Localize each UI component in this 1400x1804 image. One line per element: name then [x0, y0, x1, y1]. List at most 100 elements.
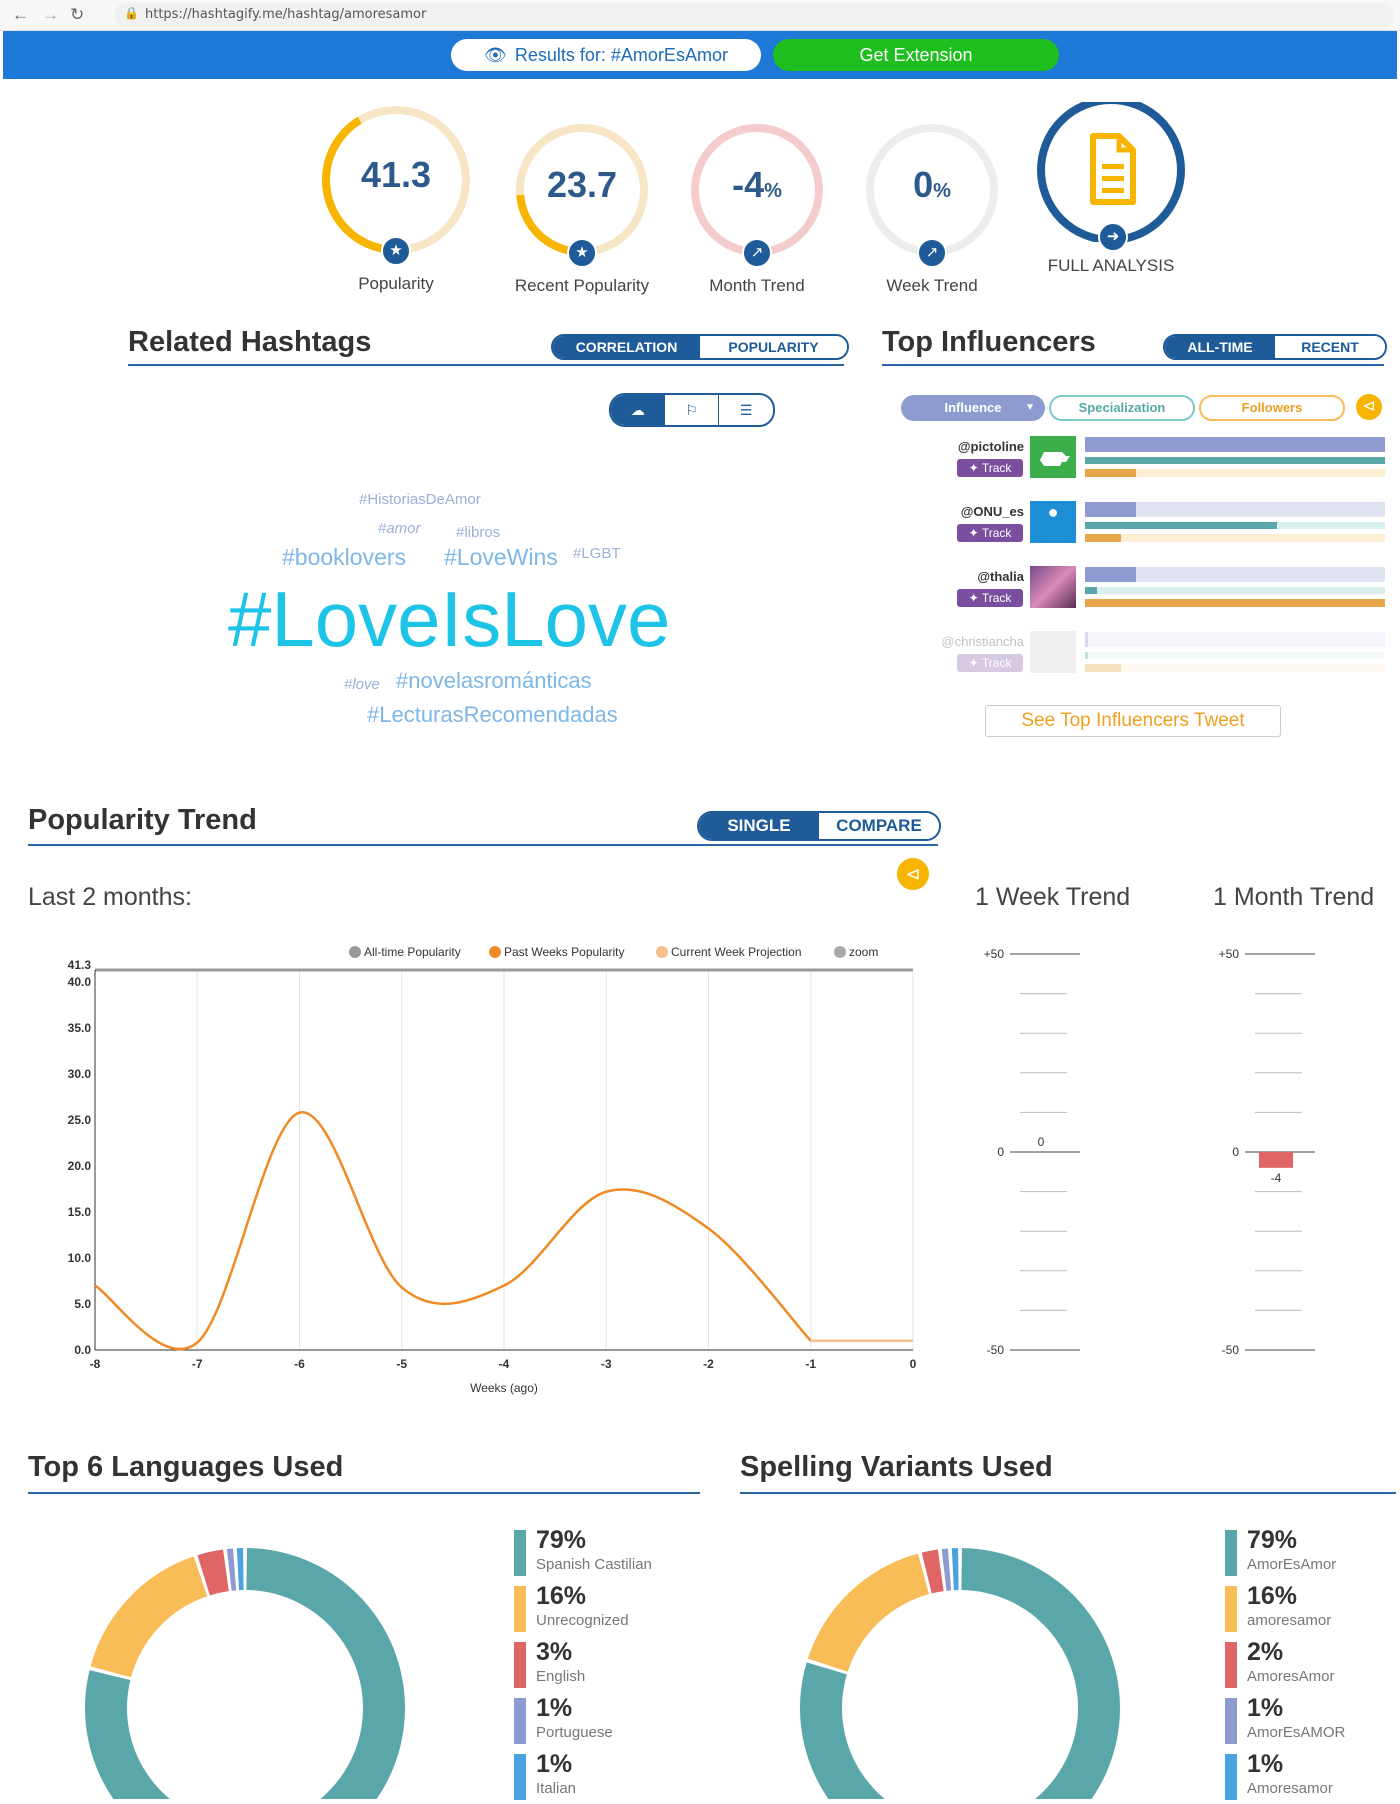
trend-subtitle: Last 2 months: — [28, 883, 192, 912]
legend-name: Unrecognized — [536, 1612, 629, 1629]
track-button[interactable]: ✦ Track — [957, 459, 1023, 477]
donut-slice[interactable] — [227, 1548, 236, 1590]
hashtag-lovewins[interactable]: #LoveWins — [444, 544, 558, 571]
hashtag-booklovers[interactable]: #booklovers — [282, 544, 406, 571]
recent-tab[interactable]: RECENT — [1275, 336, 1385, 358]
list-view-icon[interactable]: ☰ — [719, 395, 773, 425]
trend-value-label: -4 — [1271, 1171, 1282, 1185]
trend-value-label: 0 — [1038, 1135, 1045, 1149]
legend-percent: 79% — [536, 1526, 586, 1555]
legend-item[interactable]: 1%Portuguese — [514, 1698, 714, 1748]
donut-slice[interactable] — [85, 1548, 405, 1799]
legend-item[interactable]: 1%Italian — [514, 1754, 714, 1804]
single-tab[interactable]: SINGLE — [699, 813, 819, 839]
eye-icon: 👁 — [484, 45, 507, 66]
y-tick-label: 40.0 — [68, 975, 92, 989]
reload-icon[interactable]: ↻ — [70, 5, 84, 25]
popularity-tab[interactable]: POPULARITY — [700, 336, 847, 358]
legend-percent: 2% — [1247, 1638, 1283, 1667]
related-hashtags-title: Related Hashtags — [128, 326, 371, 359]
hashtag-amor[interactable]: #amor — [378, 520, 421, 537]
related-toggle: CORRELATION POPULARITY — [551, 334, 849, 360]
donut-slice[interactable] — [237, 1548, 244, 1590]
scale-label: 0 — [1232, 1145, 1239, 1159]
hashtag-lgbt[interactable]: #LGBT — [573, 545, 621, 562]
hashtag-historiasdeamor[interactable]: #HistoriasDeAmor — [359, 491, 481, 508]
legend-label[interactable]: Past Weeks Popularity — [504, 945, 625, 959]
influencer-name[interactable]: @pictoline — [904, 439, 1024, 454]
influence-filter-label: Influence — [944, 400, 1001, 415]
legend-name: Amoresamor — [1247, 1780, 1333, 1797]
month-trend-chart: +500-50-4 — [1215, 940, 1335, 1370]
trend-icon: ↗ — [917, 238, 947, 268]
influencer-name[interactable]: @ONU_es — [904, 504, 1024, 519]
back-icon[interactable]: ← — [12, 5, 29, 25]
share-icon[interactable]: ⊲ — [1356, 394, 1382, 420]
donut-slice[interactable] — [800, 1548, 1120, 1799]
popularity-trend-chart[interactable]: All-time Popularity Past Weeks Popularity… — [40, 935, 930, 1400]
x-tick-label: -6 — [294, 1357, 305, 1371]
share-icon[interactable]: ⊲ — [897, 858, 929, 890]
hashtag-loveislove[interactable]: #LoveIsLove — [228, 574, 670, 665]
track-button[interactable]: ✦ Track — [957, 589, 1023, 607]
legend-label[interactable]: zoom — [849, 945, 878, 959]
correlation-tab[interactable]: CORRELATION — [553, 336, 700, 358]
track-button[interactable]: ✦ Track — [957, 524, 1023, 542]
hashtag-novelasromanticas[interactable]: #novelasrománticas — [396, 668, 592, 694]
past-weeks-line — [95, 1112, 811, 1349]
hashtag-lecturasrecomendadas[interactable]: #LecturasRecomendadas — [367, 702, 618, 728]
specialization-filter[interactable]: Specialization — [1049, 395, 1195, 421]
followers-bar — [1085, 599, 1385, 607]
full-analysis-button[interactable]: ➜ FULL ANALYSIS — [1031, 102, 1191, 247]
gauge-number: 0 — [913, 164, 933, 205]
legend-item[interactable]: 79%Spanish Castilian — [514, 1530, 714, 1580]
followers-filter[interactable]: Followers — [1199, 395, 1345, 421]
get-extension-button[interactable]: Get Extension — [773, 39, 1059, 71]
influencers-underline — [882, 364, 1384, 366]
legend-item[interactable]: 2%AmoresAmor — [1225, 1642, 1400, 1692]
legend-label[interactable]: All-time Popularity — [364, 945, 461, 959]
x-tick-label: -1 — [805, 1357, 816, 1371]
specialization-bar — [1085, 522, 1277, 529]
y-tick-label: 25.0 — [68, 1113, 92, 1127]
donut-slice[interactable] — [808, 1554, 929, 1672]
legend-item[interactable]: 1%AmorEsAMOR — [1225, 1698, 1400, 1748]
followers-bar-track — [1085, 534, 1385, 542]
legend-item[interactable]: 79%AmorEsAmor — [1225, 1530, 1400, 1580]
languages-donut — [40, 1510, 500, 1799]
hashtag-love[interactable]: #love — [344, 676, 380, 693]
legend-item[interactable]: 16%amoresamor — [1225, 1586, 1400, 1636]
donut-slice[interactable] — [942, 1548, 951, 1590]
see-top-influencers-tweet-button[interactable]: See Top Influencers Tweet — [985, 705, 1281, 737]
influencer-name[interactable]: @christiancha — [904, 634, 1024, 649]
trend-bar — [1259, 1152, 1293, 1168]
donut-slice[interactable] — [952, 1548, 959, 1590]
legend-item[interactable]: 3%English — [514, 1642, 714, 1692]
browser-toolbar: ← → ↻ 🔒 https://hashtagify.me/hashtag/am… — [0, 0, 1400, 31]
cloud-view-icon[interactable]: ☁ — [611, 395, 665, 425]
graph-view-icon[interactable]: ⚐ — [665, 395, 720, 425]
forward-icon[interactable]: → — [42, 5, 59, 25]
gauge-value: -4% — [677, 164, 837, 206]
legend-item[interactable]: 16%Unrecognized — [514, 1586, 714, 1636]
scale-label: +50 — [1219, 947, 1240, 961]
languages-underline — [28, 1492, 700, 1494]
all-time-tab[interactable]: ALL-TIME — [1165, 336, 1275, 358]
donut-slice[interactable] — [91, 1556, 208, 1677]
twitter-icon: ✦ — [969, 591, 979, 605]
track-label: Track — [982, 461, 1012, 475]
full-analysis-ring — [1031, 102, 1191, 242]
track-button[interactable]: ✦ Track — [957, 654, 1023, 672]
hashtag-libros[interactable]: #libros — [456, 524, 500, 541]
results-button[interactable]: 👁 Results for: #AmorEsAmor — [451, 39, 761, 71]
legend-label[interactable]: Current Week Projection — [671, 945, 802, 959]
compare-tab[interactable]: COMPARE — [819, 813, 939, 839]
influence-filter[interactable]: Influence ▼ — [901, 395, 1045, 421]
legend-name: English — [536, 1668, 585, 1685]
influencer-name[interactable]: @thalia — [904, 569, 1024, 584]
url-text[interactable]: https://hashtagify.me/hashtag/amoresamor — [145, 7, 426, 22]
y-tick-label: 10.0 — [68, 1251, 92, 1265]
y-tick-label: 41.3 — [68, 958, 92, 972]
legend-item[interactable]: 1%Amoresamor — [1225, 1754, 1400, 1804]
view-mode-toggle: ☁ ⚐ ☰ — [609, 393, 775, 427]
